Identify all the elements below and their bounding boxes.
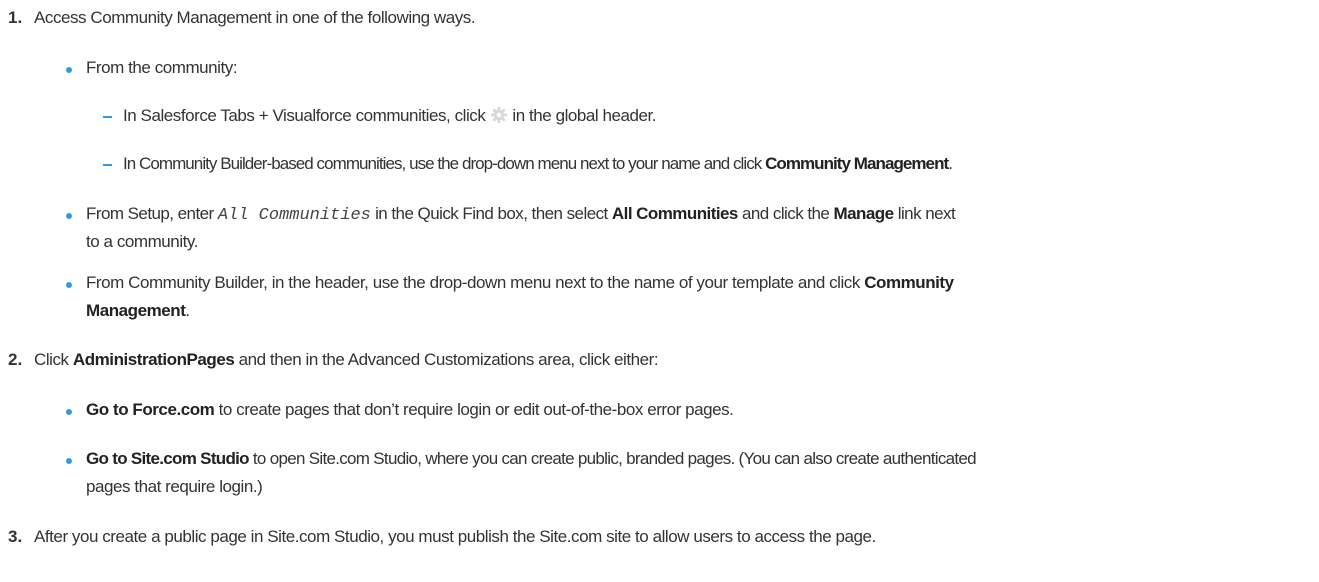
bold-term: Go to Force.com: [86, 400, 215, 419]
bullet-suffix: .: [185, 301, 190, 320]
step-text: Click AdministrationPages and then in th…: [34, 350, 659, 370]
step-number: 3.: [8, 527, 23, 546]
step-suffix: and then in the Advanced Customizations …: [238, 350, 659, 369]
bullet-conjunction: and click the: [741, 204, 830, 223]
bold-term: AdministrationPages: [72, 350, 235, 369]
bullet-marker: [66, 67, 72, 73]
bold-term: Management: [86, 301, 186, 320]
subitem-suffix: .: [948, 154, 953, 173]
step-text: Access Community Management in one of th…: [34, 8, 476, 27]
bullet-text-body: to open Site.com Studio, where you can c…: [252, 449, 977, 468]
step-text: After you create a public page in Site.c…: [34, 527, 876, 546]
bullet-marker: [66, 458, 72, 464]
bold-term: Community Management: [765, 154, 949, 173]
bullet-text-continuation: Management.: [86, 301, 190, 321]
step-prefix: Click: [34, 350, 69, 369]
bold-term: Community: [864, 273, 954, 292]
bullet-text-body: to create pages that don’t require login…: [218, 400, 734, 419]
subitem-text-after-icon: in the global header.: [512, 106, 657, 125]
bullet-marker: [66, 282, 72, 288]
bullet-text: Go to Site.com Studio to open Site.com S…: [86, 449, 977, 469]
bold-term: All Communities: [611, 204, 738, 223]
dash-marker: [103, 116, 112, 118]
bullet-text-line: From Community Builder, in the header, u…: [86, 273, 860, 292]
bullet-text-continuation: pages that require login.): [86, 477, 263, 496]
bullet-marker: [66, 213, 72, 219]
step-number: 1.: [8, 8, 23, 27]
bold-term: Manage: [833, 204, 895, 223]
dash-marker: [103, 164, 112, 166]
bold-term: Go to Site.com Studio: [86, 449, 250, 468]
bullet-text: From Community Builder, in the header, u…: [86, 273, 954, 293]
bullet-prefix: From Setup, enter: [86, 204, 214, 223]
subitem-text: In Community Builder-based communities, …: [123, 154, 953, 174]
bullet-marker: [66, 409, 72, 415]
bullet-text-continuation: to a community.: [86, 232, 198, 251]
gear-icon: [490, 106, 508, 124]
subitem-text: In Salesforce Tabs + Visualforce communi…: [123, 106, 657, 126]
bullet-middle: in the Quick Find box, then select: [375, 204, 608, 223]
bullet-text: From Setup, enter All Communities in the…: [86, 204, 956, 225]
subitem-text-before-icon: In Salesforce Tabs + Visualforce communi…: [123, 106, 486, 125]
subitem-prefix: In Community Builder-based communities, …: [123, 154, 766, 173]
bullet-text: Go to Force.com to create pages that don…: [86, 400, 734, 420]
bullet-suffix: link next: [897, 204, 956, 223]
code-text: All Communities: [217, 206, 371, 225]
step-number: 2.: [8, 350, 23, 369]
bullet-text: From the community:: [86, 58, 238, 77]
